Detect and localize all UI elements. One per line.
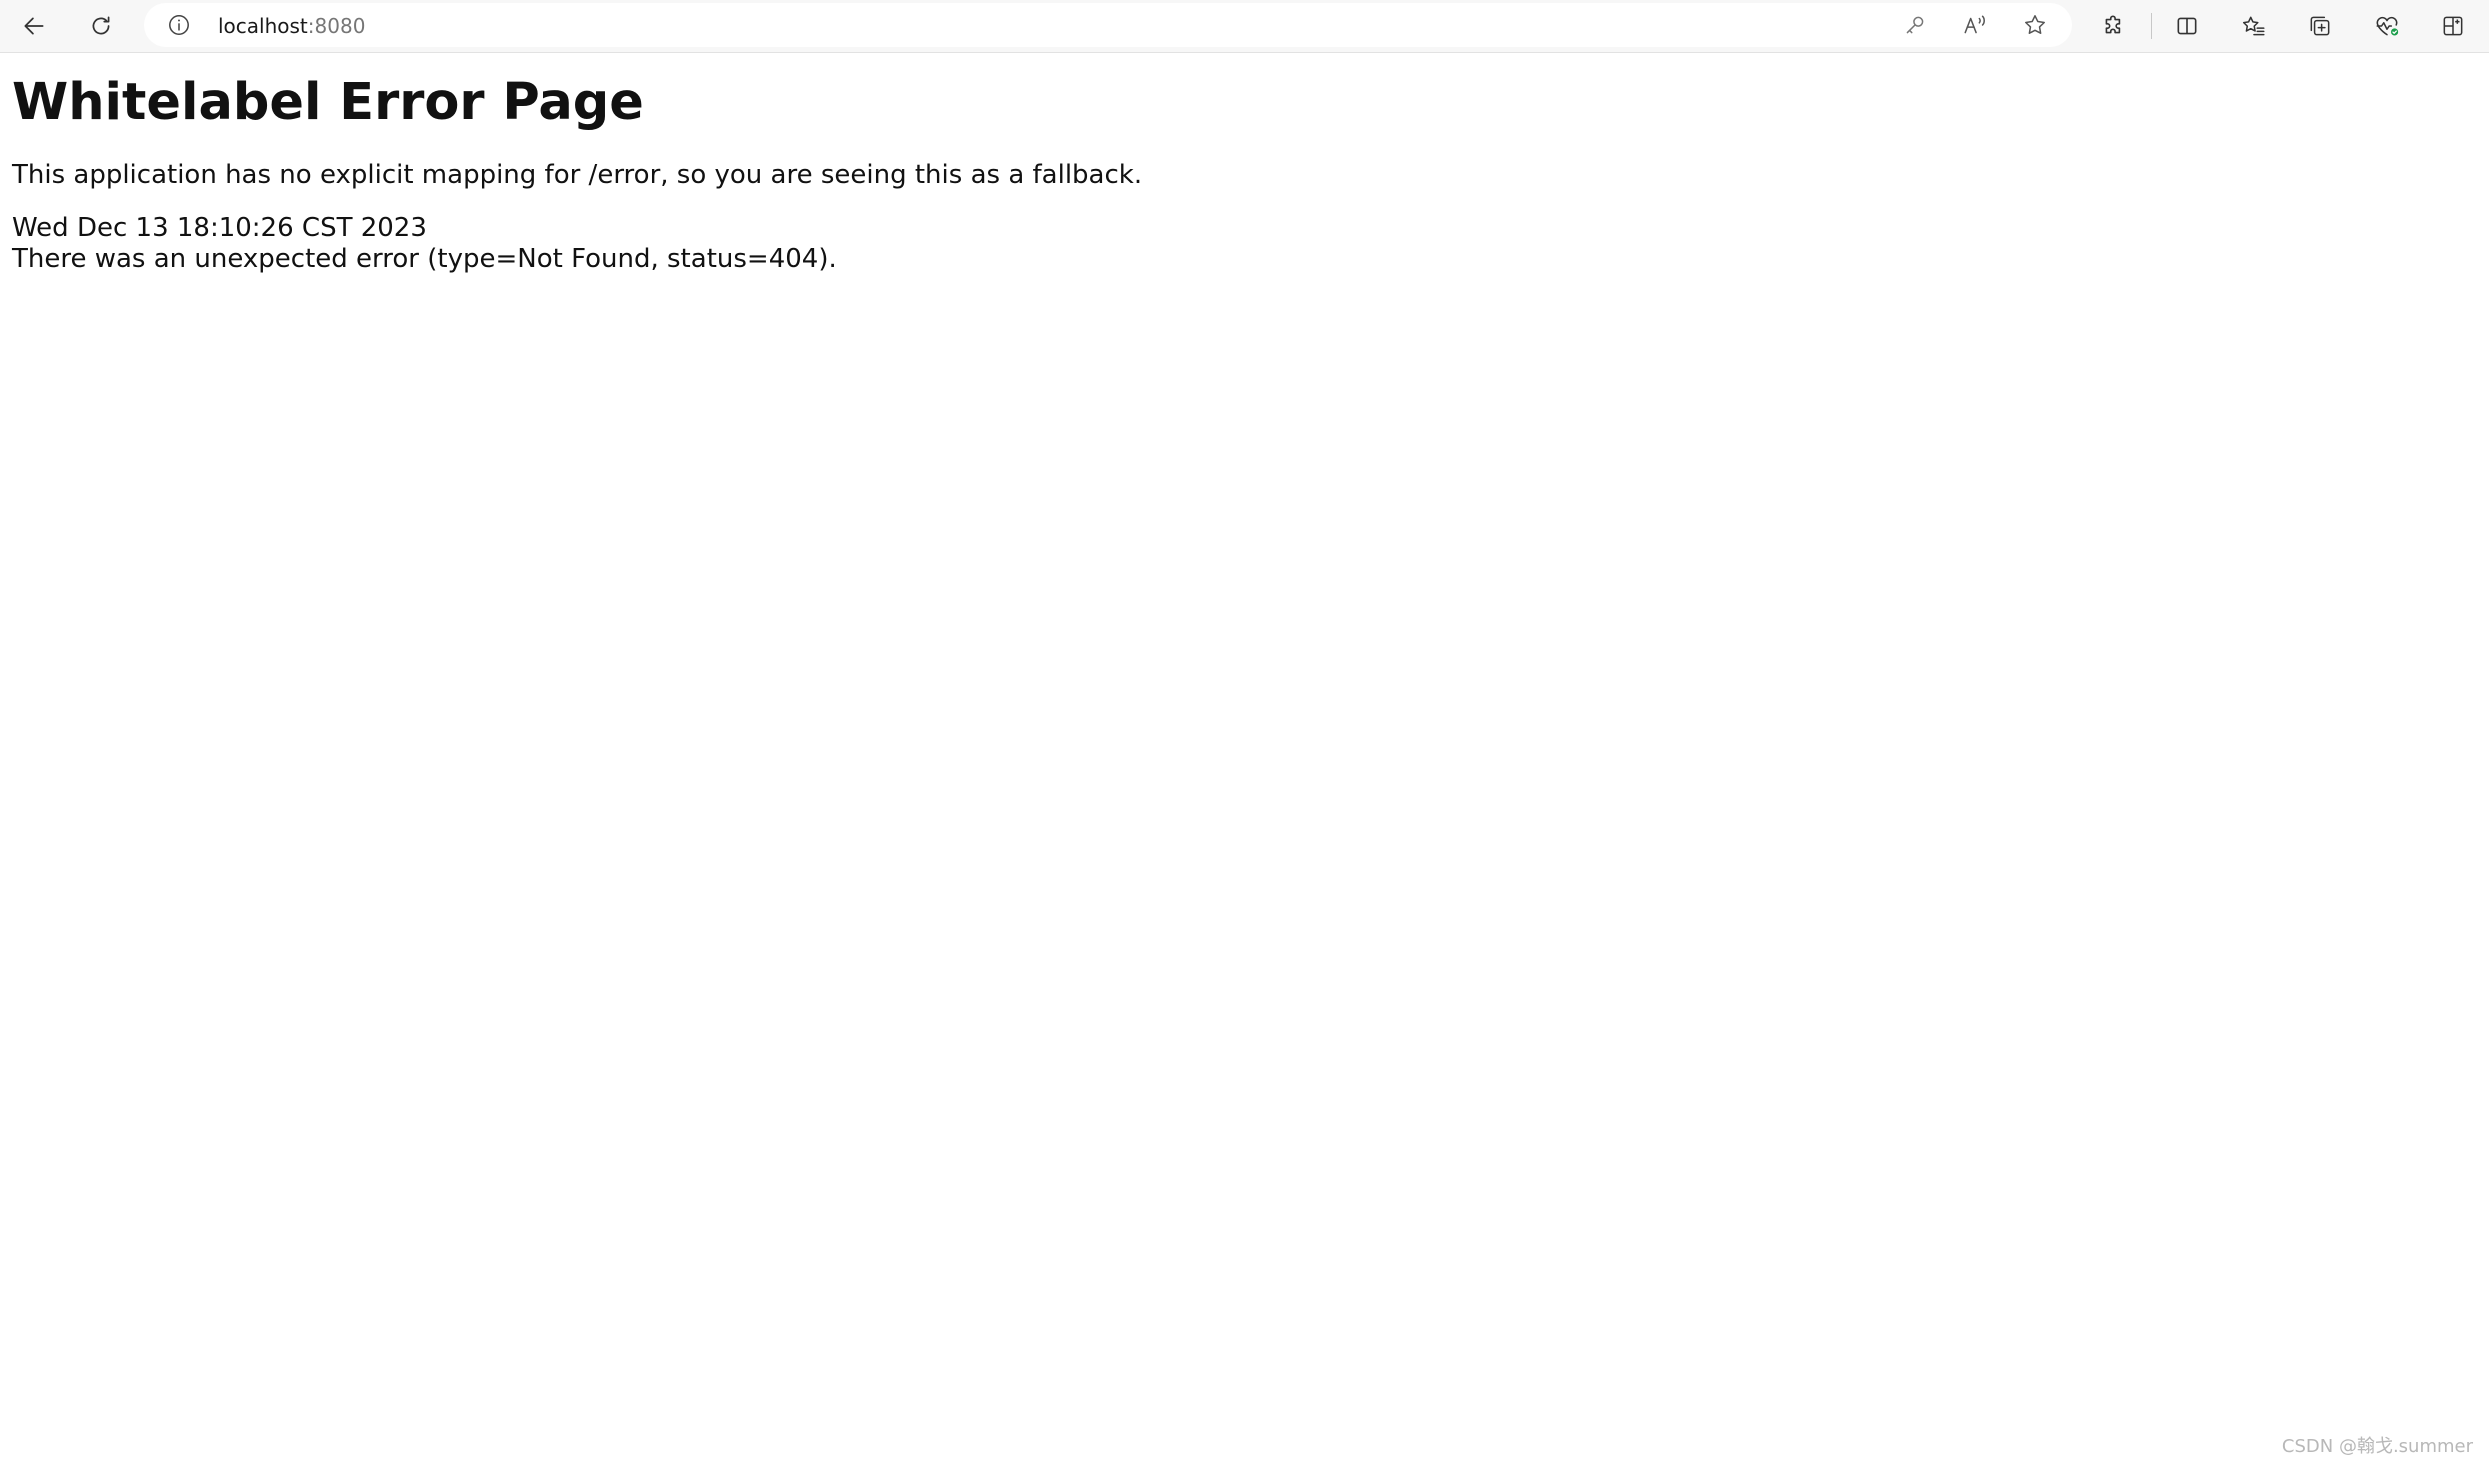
toolbar-divider bbox=[2151, 13, 2152, 39]
key-icon bbox=[1906, 16, 1924, 34]
page-content: Whitelabel Error Page This application h… bbox=[0, 53, 2489, 1472]
address-bar[interactable]: localhost:8080 bbox=[144, 3, 2072, 47]
url-host: localhost bbox=[218, 14, 308, 38]
read-aloud-icon bbox=[1964, 15, 1985, 34]
password-button[interactable] bbox=[1901, 11, 1929, 39]
read-aloud-button[interactable] bbox=[1961, 11, 1989, 39]
star-icon bbox=[2025, 15, 2045, 34]
url-port: :8080 bbox=[307, 14, 366, 38]
back-arrow-icon bbox=[24, 17, 44, 35]
watermark: CSDN @翰戈.summer bbox=[2281, 1436, 2473, 1457]
collections-icon bbox=[2310, 16, 2330, 36]
browser-essentials-button[interactable] bbox=[2365, 4, 2409, 48]
error-timestamp: Wed Dec 13 18:10:26 CST 2023 bbox=[12, 213, 427, 243]
refresh-button[interactable] bbox=[79, 4, 123, 48]
split-screen-icon bbox=[2177, 17, 2197, 35]
refresh-icon bbox=[92, 16, 110, 35]
split-screen-button[interactable] bbox=[2165, 4, 2209, 48]
favorites-button[interactable] bbox=[2232, 4, 2276, 48]
error-details: Wed Dec 13 18:10:26 CST 2023 There was a… bbox=[12, 213, 837, 275]
back-button[interactable] bbox=[12, 4, 56, 48]
browser-toolbar: localhost:8080 bbox=[0, 0, 2489, 53]
fallback-message: This application has no explicit mapping… bbox=[12, 160, 1143, 190]
page-title: Whitelabel Error Page bbox=[12, 73, 644, 132]
sidebar-icon bbox=[2443, 16, 2463, 36]
collections-button[interactable] bbox=[2298, 4, 2342, 48]
favorites-icon bbox=[2242, 16, 2265, 36]
extensions-button[interactable] bbox=[2092, 4, 2136, 48]
extensions-icon bbox=[2105, 15, 2121, 34]
url-text[interactable]: localhost:8080 bbox=[218, 13, 365, 39]
favorite-button[interactable] bbox=[2021, 11, 2049, 39]
info-icon[interactable] bbox=[166, 12, 192, 38]
error-description: There was an unexpected error (type=Not … bbox=[12, 244, 837, 274]
heart-pulse-icon bbox=[2376, 16, 2399, 36]
sidebar-button[interactable] bbox=[2431, 4, 2475, 48]
